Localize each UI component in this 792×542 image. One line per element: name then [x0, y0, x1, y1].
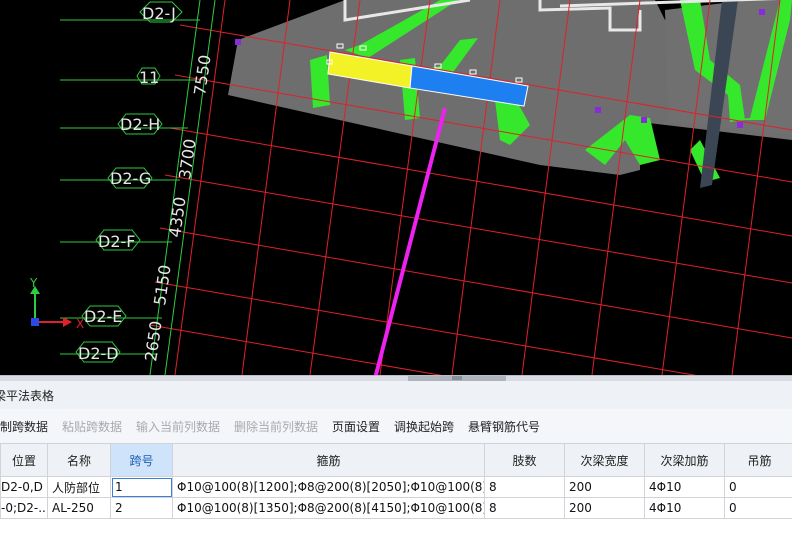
axis-label-texts: D2-J 11 D2-H D2-G D2-F D2-E D2-D	[78, 4, 176, 363]
cell-hanger[interactable]: 0	[724, 476, 792, 498]
axis-label-d2-f: D2-F	[98, 232, 135, 251]
cell-position[interactable]: -0;D2-...	[0, 497, 48, 519]
dim-2650: 2650	[141, 320, 165, 363]
dim-7550: 7550	[190, 54, 214, 97]
col-header-name[interactable]: 名称	[47, 443, 111, 477]
axis-label-d2-j: D2-J	[142, 4, 176, 23]
cantilever-rebar-code-button[interactable]: 悬臂钢筋代号	[468, 418, 540, 435]
beam-table: 位置 名称 跨号 箍筋 肢数 次梁宽度 次梁加筋 吊筋 D2-0,D 人防部位 …	[0, 443, 792, 519]
col-header-hanger[interactable]: 吊筋	[724, 443, 792, 477]
dimension-texts: 7550 3700 4350 5150 2650	[141, 54, 214, 363]
cell-secondary-rebar[interactable]: 4Φ10	[644, 476, 725, 498]
axis-label-d2-h: D2-H	[120, 115, 160, 134]
table-toolbar: 复制跨数据 粘贴跨数据 输入当前列数据 删除当前列数据 页面设置 调换起始跨 悬…	[0, 409, 792, 443]
cell-stirrup[interactable]: Φ10@100(8)[1200];Φ8@200(8)[2050];Φ10@100…	[172, 476, 485, 498]
dim-3700: 3700	[175, 138, 199, 181]
col-header-secondary-rebar[interactable]: 次梁加筋	[644, 443, 725, 477]
table-row[interactable]: D2-0,D 人防部位 1 Φ10@100(8)[1200];Φ8@200(8)…	[0, 476, 792, 498]
cell-name[interactable]: 人防部位	[47, 476, 111, 498]
cell-span-no[interactable]: 1	[110, 476, 173, 498]
annotation-arrow	[373, 107, 447, 375]
cell-legs[interactable]: 8	[484, 497, 565, 519]
col-header-span-no[interactable]: 跨号	[110, 443, 173, 477]
cell-stirrup[interactable]: Φ10@100(8)[1350];Φ8@200(8)[4150];Φ10@100…	[172, 497, 485, 519]
swap-start-span-button[interactable]: 调换起始跨	[394, 418, 454, 435]
page-setup-button[interactable]: 页面设置	[332, 418, 380, 435]
cell-secondary-rebar[interactable]: 4Φ10	[644, 497, 725, 519]
cell-secondary-width[interactable]: 200	[564, 497, 645, 519]
cell-secondary-width[interactable]: 200	[564, 476, 645, 498]
cell-hanger[interactable]: 0	[724, 497, 792, 519]
cell-span-no[interactable]: 2	[110, 497, 173, 519]
cell-position[interactable]: D2-0,D	[0, 476, 48, 498]
axis-label-d2-e: D2-E	[84, 307, 122, 326]
ucs-x-label: X	[76, 317, 84, 331]
col-header-stirrup[interactable]: 箍筋	[172, 443, 485, 477]
ucs-icon: Y X	[29, 276, 84, 331]
input-column-data-button[interactable]: 输入当前列数据	[136, 418, 220, 435]
axis-label-d2-d: D2-D	[78, 344, 119, 363]
col-header-legs[interactable]: 肢数	[484, 443, 565, 477]
table-header-row: 位置 名称 跨号 箍筋 肢数 次梁宽度 次梁加筋 吊筋	[0, 443, 792, 477]
cell-legs[interactable]: 8	[484, 476, 565, 498]
panel-title: 梁平法表格	[0, 389, 55, 403]
axis-label-d2-g: D2-G	[110, 169, 151, 188]
cad-drawing-canvas[interactable]: D2-J 11 D2-H D2-G D2-F D2-E D2-D 7550 37…	[0, 0, 792, 375]
collapse-icon[interactable]	[452, 376, 462, 380]
dim-5150: 5150	[150, 264, 174, 307]
paste-span-data-button[interactable]: 粘贴跨数据	[62, 418, 122, 435]
col-header-position[interactable]: 位置	[0, 443, 48, 477]
col-header-secondary-width[interactable]: 次梁宽度	[564, 443, 645, 477]
panel-title-bar: 梁平法表格	[0, 381, 792, 409]
ucs-y-label: Y	[29, 276, 38, 290]
cell-name[interactable]: AL-250	[47, 497, 111, 519]
table-row[interactable]: -0;D2-... AL-250 2 Φ10@100(8)[1350];Φ8@2…	[0, 497, 792, 519]
axis-label-11: 11	[139, 68, 159, 87]
delete-column-data-button[interactable]: 删除当前列数据	[234, 418, 318, 435]
copy-span-data-button[interactable]: 复制跨数据	[0, 418, 48, 435]
